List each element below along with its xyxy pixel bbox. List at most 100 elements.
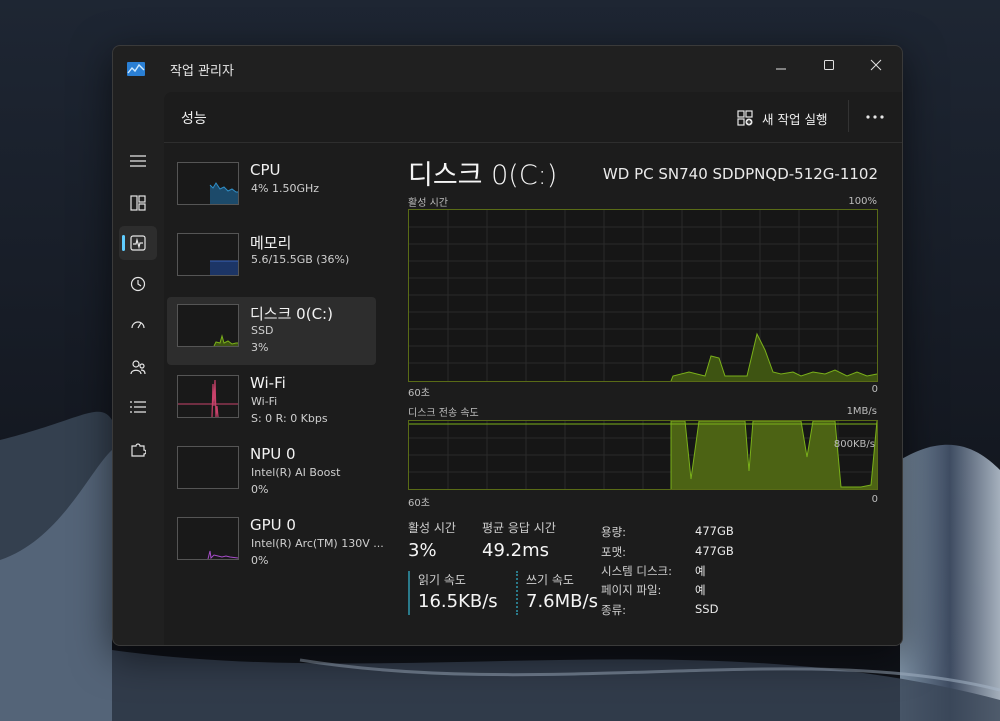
device-sub-info: 4% 1.50GHz <box>251 182 320 195</box>
prop-type-value: SSD <box>695 602 719 616</box>
run-new-task-label: 새 작업 실행 <box>762 111 828 127</box>
active-nav-indicator <box>122 235 125 251</box>
response-time-stat-value: 49.2ms <box>482 540 549 561</box>
prop-format-value: 477GB <box>695 544 734 558</box>
device-item-npu[interactable]: NPU 0 Intel(R) AI Boost 0% <box>167 439 376 507</box>
transfer-graph-end: 0 <box>871 494 878 505</box>
prop-format-label: 포맷: <box>601 545 627 559</box>
device-item-cpu[interactable]: CPU 4% 1.50GHz <box>167 155 376 223</box>
response-time-stat-label: 평균 응답 시간 <box>482 521 556 535</box>
disk-model: WD PC SN740 SDDPNQD-512G-1102 <box>602 165 878 183</box>
write-speed-value: 7.6MB/s <box>526 591 598 612</box>
header-divider <box>848 100 849 132</box>
active-time-graph-plot <box>409 210 878 382</box>
device-usage: S: 0 R: 0 Kbps <box>251 412 328 425</box>
nav-users[interactable] <box>119 350 157 384</box>
nav-performance[interactable] <box>119 226 157 260</box>
device-name: NPU 0 <box>250 445 296 463</box>
read-speed-label: 읽기 속도 <box>418 573 466 587</box>
wifi-thumbnail <box>177 375 239 418</box>
write-speed-label: 쓰기 속도 <box>526 573 574 587</box>
device-item-gpu[interactable]: GPU 0 Intel(R) Arc(TM) 130V ... 0% <box>167 510 384 578</box>
device-sub-info: Wi-Fi <box>251 395 278 408</box>
page-title: 성능 <box>181 111 207 127</box>
prop-page-file-value: 예 <box>695 583 706 597</box>
maximize-icon <box>824 60 834 70</box>
task-manager-window: 작업 관리자 성능 새 작업 실행 CPU 4% 1.50GHz 메모리 5.6… <box>112 45 903 646</box>
device-sub-info: Intel(R) AI Boost <box>251 466 341 479</box>
active-time-graph-start: 60초 <box>408 388 430 399</box>
device-name: 디스크 0(C:) <box>250 305 333 323</box>
prop-system-disk-value: 예 <box>695 564 706 578</box>
navigation-rail <box>113 92 163 645</box>
nav-details[interactable] <box>119 390 157 424</box>
cpu-thumb-graph <box>209 182 238 204</box>
run-task-icon <box>737 109 753 126</box>
transfer-graph-label: 디스크 전송 속도 <box>408 408 479 419</box>
minimize-button[interactable] <box>758 50 804 80</box>
prop-page-file-label: 페이지 파일: <box>601 583 662 597</box>
history-clock-icon <box>130 276 146 292</box>
device-item-disk-0[interactable]: 디스크 0(C:) SSD 3% <box>167 297 376 365</box>
read-speed-value: 16.5KB/s <box>418 591 498 612</box>
device-name: Wi-Fi <box>250 374 286 392</box>
users-icon <box>130 360 146 375</box>
device-name: CPU <box>250 161 281 179</box>
nav-processes[interactable] <box>119 186 157 220</box>
prop-capacity-label: 용량: <box>601 525 627 539</box>
wifi-thumb-graph <box>178 379 238 418</box>
minimize-icon <box>776 68 786 70</box>
prop-capacity-value: 477GB <box>695 524 734 538</box>
transfer-rate-graph-plot <box>409 420 878 489</box>
memory-thumb-graph <box>210 260 238 275</box>
nav-menu-toggle[interactable] <box>119 144 157 178</box>
active-time-graph-label: 활성 시간 <box>408 198 448 209</box>
device-usage: 3% <box>251 341 269 354</box>
device-sub-info: SSD <box>251 324 274 337</box>
transfer-graph-max: 1MB/s <box>846 406 877 417</box>
nav-app-history[interactable] <box>119 267 157 301</box>
active-time-graph-end: 0 <box>871 384 878 395</box>
disk-title: 디스크 0(C:) <box>408 160 558 191</box>
disk-thumb-graph <box>213 334 238 347</box>
write-speed-marker <box>516 571 518 615</box>
device-item-memory[interactable]: 메모리 5.6/15.5GB (36%) <box>167 226 376 294</box>
npu-thumbnail <box>177 446 239 489</box>
close-button[interactable] <box>853 50 899 80</box>
disk-thumbnail <box>177 304 239 347</box>
transfer-graph-mark: 800KB/s <box>833 439 875 450</box>
main-panel: 성능 새 작업 실행 CPU 4% 1.50GHz 메모리 5.6/15.5GB… <box>164 92 902 645</box>
active-time-stat-value: 3% <box>408 540 437 561</box>
more-options-button[interactable] <box>860 104 890 130</box>
transfer-rate-graph <box>408 420 878 490</box>
startup-gauge-icon <box>131 321 145 329</box>
device-sub-info: Intel(R) Arc(TM) 130V ... <box>251 537 384 550</box>
task-manager-app-icon <box>127 62 145 76</box>
active-time-graph <box>408 209 878 382</box>
device-usage: 0% <box>251 554 269 567</box>
device-item-wifi[interactable]: Wi-Fi Wi-Fi S: 0 R: 0 Kbps <box>167 368 376 436</box>
device-list: CPU 4% 1.50GHz 메모리 5.6/15.5GB (36%) 디스크 … <box>164 143 386 645</box>
prop-type-label: 종류: <box>601 603 627 617</box>
window-title: 작업 관리자 <box>170 64 234 79</box>
disk-detail-pane: 디스크 0(C:) WD PC SN740 SDDPNQD-512G-1102 … <box>387 143 902 645</box>
device-usage: 0% <box>251 483 269 496</box>
title-bar: 작업 관리자 <box>113 46 902 92</box>
details-list-icon <box>130 401 146 413</box>
close-icon <box>870 59 882 71</box>
gpu-thumb-graph <box>207 550 239 560</box>
services-puzzle-icon <box>131 443 146 457</box>
maximize-button[interactable] <box>806 50 852 80</box>
device-name: GPU 0 <box>250 516 296 534</box>
active-time-stat-label: 활성 시간 <box>408 521 456 535</box>
device-name: 메모리 <box>250 234 292 252</box>
nav-services[interactable] <box>119 432 157 466</box>
memory-thumbnail <box>177 233 239 276</box>
performance-pulse-icon <box>130 235 146 251</box>
run-new-task-button[interactable]: 새 작업 실행 <box>737 105 827 131</box>
gpu-thumbnail <box>177 517 239 560</box>
hamburger-icon <box>130 155 146 167</box>
active-time-graph-max: 100% <box>848 196 877 207</box>
prop-system-disk-label: 시스템 디스크: <box>601 564 673 578</box>
nav-startup-apps[interactable] <box>119 308 157 342</box>
